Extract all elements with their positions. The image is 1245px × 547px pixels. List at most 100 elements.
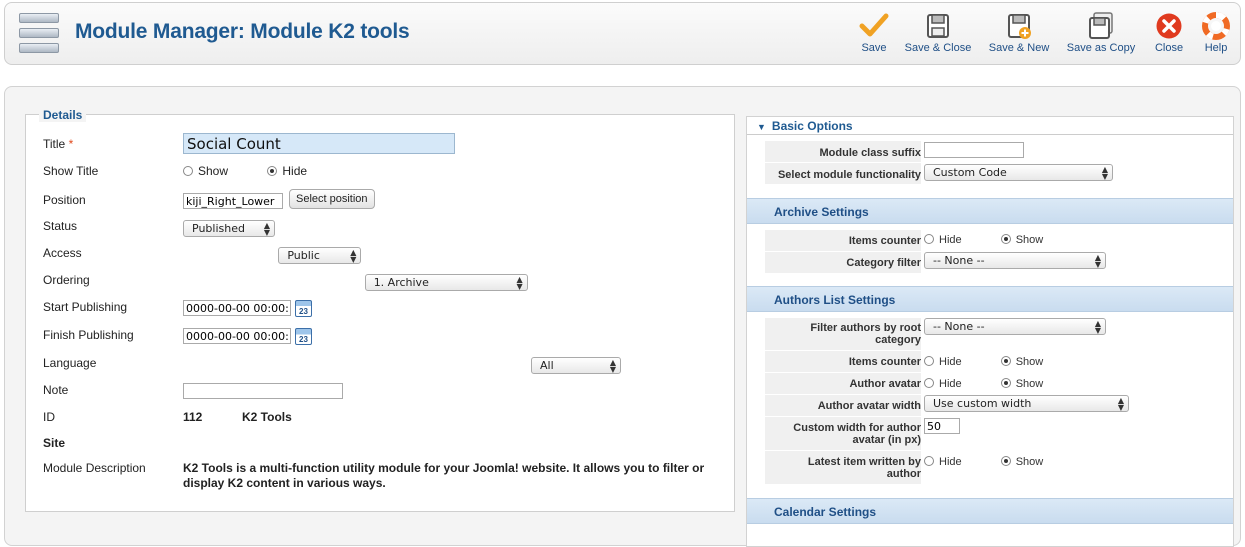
details-fieldset bbox=[25, 114, 735, 512]
title-input[interactable] bbox=[183, 133, 455, 154]
save-new-button[interactable]: Save & New bbox=[987, 12, 1051, 54]
save-copy-button[interactable]: Save as Copy bbox=[1063, 12, 1139, 54]
main-area: Details Title * Show Title Show Hide Pos… bbox=[4, 86, 1241, 547]
show-title-radios: Show Hide bbox=[183, 164, 307, 178]
calendar-settings-header[interactable]: Calendar Settings bbox=[747, 498, 1233, 524]
finish-publishing-label: Finish Publishing bbox=[43, 328, 134, 342]
show-title-label: Show Title bbox=[43, 164, 99, 178]
position-input[interactable] bbox=[183, 193, 283, 209]
calendar-icon[interactable]: 23 bbox=[295, 300, 312, 317]
archive-counter-hide-option[interactable]: Hide bbox=[924, 234, 962, 246]
authors-items-counter-radios: Hide Show bbox=[924, 356, 1043, 368]
show-title-show-option[interactable]: Show bbox=[183, 164, 228, 178]
author-avatar-radios: Hide Show bbox=[924, 378, 1043, 390]
radio-hide[interactable] bbox=[924, 378, 934, 388]
select-arrows-icon: ▲ ▼ bbox=[350, 248, 357, 264]
basic-options-header[interactable]: ▼ Basic Options bbox=[747, 117, 1233, 135]
filter-authors-label: Filter authors by root category bbox=[810, 322, 921, 346]
module-type: K2 Tools bbox=[242, 410, 292, 424]
ordering-label: Ordering bbox=[43, 273, 90, 287]
calendar-icon[interactable]: 23 bbox=[295, 328, 312, 345]
lifebuoy-icon bbox=[1202, 12, 1230, 40]
authors-counter-hide-option[interactable]: Hide bbox=[924, 356, 962, 368]
filter-authors-select[interactable]: -- None -- ▲ ▼ bbox=[924, 318, 1106, 335]
show-title-hide-option[interactable]: Hide bbox=[267, 164, 307, 178]
latest-item-label: Latest item written by author bbox=[807, 456, 921, 480]
avatar-width-label: Author avatar width bbox=[817, 400, 921, 412]
radio-show[interactable] bbox=[183, 166, 193, 176]
floppy-disk-plus-icon bbox=[1008, 14, 1031, 39]
avatar-width-select[interactable]: Use custom width ▲ ▼ bbox=[924, 395, 1129, 412]
module-class-suffix-label: Module class suffix bbox=[819, 147, 921, 159]
access-select[interactable]: Public ▲ ▼ bbox=[278, 247, 362, 264]
category-filter-label: Category filter bbox=[846, 257, 921, 269]
note-label: Note bbox=[43, 383, 69, 397]
authors-list-settings-header[interactable]: Authors List Settings bbox=[747, 286, 1233, 312]
radio-show[interactable] bbox=[1000, 356, 1011, 366]
finish-publishing-input[interactable] bbox=[183, 328, 291, 344]
close-button[interactable]: Close bbox=[1151, 12, 1187, 54]
authors-counter-show-option[interactable]: Show bbox=[1000, 356, 1043, 368]
select-arrows-icon: ▲ ▼ bbox=[1094, 253, 1101, 269]
module-description: K2 Tools is a multi-function utility mod… bbox=[183, 461, 705, 490]
archive-counter-show-option[interactable]: Show bbox=[1000, 234, 1043, 246]
details-legend: Details bbox=[39, 108, 87, 122]
floppy-disk-icon bbox=[927, 14, 949, 38]
authors-items-counter-label: Items counter bbox=[848, 356, 921, 368]
save-button[interactable]: Save bbox=[853, 12, 895, 54]
latest-item-hide-option[interactable]: Hide bbox=[924, 456, 962, 468]
required-mark: * bbox=[68, 137, 74, 151]
category-filter-select[interactable]: -- None -- ▲ ▼ bbox=[924, 252, 1106, 269]
checkmark-icon bbox=[859, 13, 889, 37]
ordering-select[interactable]: 1. Archive ▲ ▼ bbox=[364, 274, 528, 291]
functionality-select[interactable]: Custom Code ▲ ▼ bbox=[924, 164, 1113, 181]
status-label: Status bbox=[43, 219, 78, 233]
language-label: Language bbox=[43, 356, 97, 370]
language-select[interactable]: All ▲ ▼ bbox=[531, 357, 622, 374]
radio-hide[interactable] bbox=[924, 456, 934, 466]
module-class-suffix-input[interactable] bbox=[924, 142, 1024, 158]
finish-publishing-group: 23 bbox=[183, 328, 312, 345]
module-manager-icon bbox=[19, 11, 59, 55]
select-arrows-icon: ▲ ▼ bbox=[516, 275, 523, 291]
select-position-button[interactable]: Select position bbox=[289, 189, 375, 209]
status-select[interactable]: Published ▲ ▼ bbox=[183, 220, 275, 237]
basic-options-panel: ▼ Basic Options Module class suffix Selec… bbox=[746, 116, 1234, 547]
module-description-label: Module Description bbox=[43, 461, 146, 475]
note-input[interactable] bbox=[183, 383, 343, 399]
id-label: ID bbox=[43, 410, 55, 424]
close-icon bbox=[1156, 13, 1182, 39]
collapse-triangle-icon: ▼ bbox=[757, 122, 766, 132]
avatar-show-option[interactable]: Show bbox=[1000, 378, 1043, 390]
select-arrows-icon: ▲ ▼ bbox=[263, 221, 270, 237]
floppy-copy-icon bbox=[1089, 12, 1113, 39]
radio-show[interactable] bbox=[1000, 456, 1011, 466]
archive-items-counter-label: Items counter bbox=[848, 235, 921, 247]
avatar-hide-option[interactable]: Hide bbox=[924, 378, 962, 390]
start-publishing-input[interactable] bbox=[183, 300, 291, 316]
position-label: Position bbox=[43, 193, 86, 207]
radio-hide[interactable] bbox=[267, 166, 278, 176]
id-value: 112 bbox=[183, 410, 203, 424]
select-arrows-icon: ▲ ▼ bbox=[609, 358, 617, 374]
radio-hide[interactable] bbox=[924, 356, 934, 366]
select-arrows-icon: ▲ ▼ bbox=[1094, 319, 1101, 335]
access-label: Access bbox=[43, 246, 82, 260]
latest-item-radios: Hide Show bbox=[924, 456, 1043, 468]
site-label: Site bbox=[43, 436, 66, 450]
start-publishing-group: 23 bbox=[183, 300, 312, 317]
start-publishing-label: Start Publishing bbox=[43, 300, 128, 314]
latest-item-show-option[interactable]: Show bbox=[1000, 456, 1043, 468]
custom-width-input[interactable] bbox=[924, 418, 960, 434]
help-button[interactable]: Help bbox=[1201, 12, 1231, 54]
archive-settings-header[interactable]: Archive Settings bbox=[747, 198, 1233, 224]
radio-hide[interactable] bbox=[924, 234, 934, 244]
toolbar: Module Manager: Module K2 tools Save Sav… bbox=[4, 2, 1241, 65]
save-close-button[interactable]: Save & Close bbox=[903, 12, 973, 54]
select-arrows-icon: ▲ ▼ bbox=[1101, 165, 1108, 181]
author-avatar-label: Author avatar bbox=[849, 378, 921, 390]
archive-items-counter-radios: Hide Show bbox=[924, 234, 1043, 246]
radio-show[interactable] bbox=[1000, 234, 1011, 244]
page-title: Module Manager: Module K2 tools bbox=[75, 20, 410, 43]
radio-show[interactable] bbox=[1000, 378, 1011, 388]
